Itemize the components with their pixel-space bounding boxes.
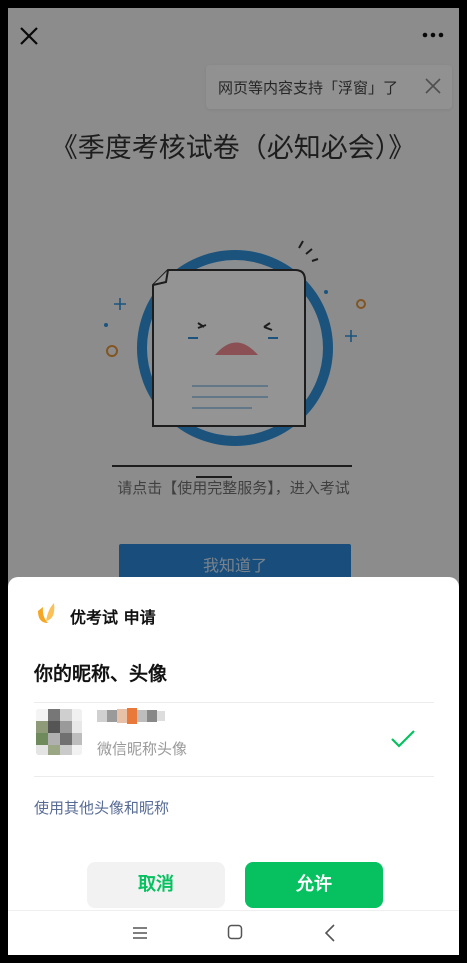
system-nav-bar (8, 910, 459, 955)
divider (34, 702, 434, 703)
nickname-blurred (97, 708, 165, 724)
avatar (36, 709, 82, 755)
nav-back-icon[interactable] (324, 923, 336, 943)
nav-menu-icon[interactable] (132, 926, 148, 940)
sheet-title: 你的昵称、头像 (34, 663, 168, 685)
screen: 网页等内容支持「浮窗」了 《季度考核试卷（必知必会）》 请点击【使用完整服务】，… (8, 8, 459, 955)
app-request-line: 优考试 申请 (70, 604, 156, 628)
cancel-button[interactable]: 取消 (87, 862, 225, 908)
authorization-sheet: 优考试 申请 你的昵称、头像 微信昵称头像 使用其他头像和昵称 取消 允许 (8, 577, 459, 955)
allow-button[interactable]: 允许 (245, 862, 383, 908)
nav-home-icon[interactable] (227, 924, 243, 940)
nickname-label: 微信昵称头像 (97, 740, 188, 758)
app-logo-icon (38, 603, 55, 623)
divider (34, 776, 434, 777)
use-other-avatar-link[interactable]: 使用其他头像和昵称 (34, 797, 169, 818)
request-action: 申请 (123, 608, 156, 627)
checkmark-icon (391, 730, 415, 748)
app-name: 优考试 (70, 608, 119, 627)
